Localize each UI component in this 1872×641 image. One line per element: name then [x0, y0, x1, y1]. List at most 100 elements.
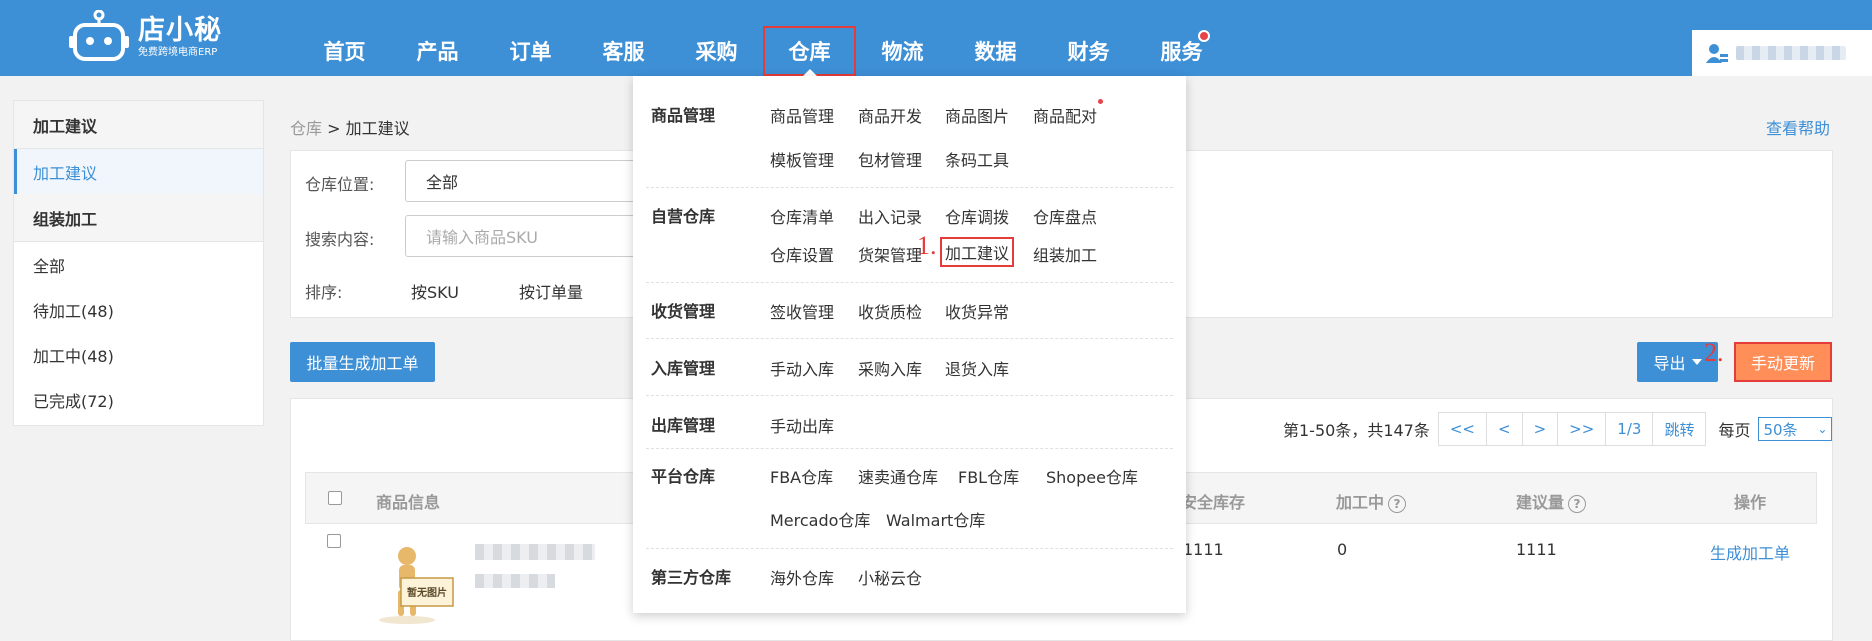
dd-divider: [646, 395, 1173, 396]
nav-orders[interactable]: 订单: [484, 0, 577, 76]
dd-link-xiaomi-cloud[interactable]: 小秘云仓: [858, 565, 922, 589]
dd-link-shelf-mgmt[interactable]: 货架管理: [858, 242, 922, 266]
dd-link-fba[interactable]: FBA仓库: [770, 464, 833, 488]
dd-link-mercado[interactable]: Mercado仓库: [770, 507, 870, 531]
question-icon[interactable]: ?: [1568, 494, 1587, 513]
dd-section-product-title: 商品管理: [651, 106, 716, 125]
no-image-text: 暂无图片: [407, 586, 447, 599]
help-link[interactable]: 查看帮助: [1766, 115, 1830, 139]
sidebar-item-all[interactable]: 全部: [14, 242, 263, 287]
dd-divider: [646, 282, 1173, 283]
dd-link-overseas-warehouse[interactable]: 海外仓库: [770, 565, 834, 589]
dd-link-product-images[interactable]: 商品图片: [945, 103, 1009, 127]
row-checkbox[interactable]: [327, 534, 341, 548]
export-label: 导出: [1653, 354, 1686, 373]
header-product-info: 商品信息: [376, 493, 441, 512]
sort-by-order-qty[interactable]: 按订单量: [519, 279, 583, 303]
sidebar-item-done[interactable]: 已完成(72): [14, 377, 263, 422]
chevron-down-icon: ⌄: [1817, 422, 1828, 436]
dd-link-processing-suggestion[interactable]: 加工建议: [940, 237, 1015, 267]
dd-link-sign-mgmt[interactable]: 签收管理: [770, 299, 834, 323]
sort-label: 排序:: [305, 283, 343, 302]
batch-create-button[interactable]: 批量生成加工单: [290, 342, 435, 382]
nav-services[interactable]: 服务: [1135, 0, 1228, 76]
dd-link-barcode-tool[interactable]: 条码工具: [945, 147, 1009, 171]
dd-link-template-mgmt[interactable]: 模板管理: [770, 147, 834, 171]
robot-logo-icon: [69, 10, 129, 61]
dd-link-warehouse-settings[interactable]: 仓库设置: [770, 242, 834, 266]
nav-logistics[interactable]: 物流: [856, 0, 949, 76]
cell-suggested-qty: 1111: [1516, 540, 1557, 559]
dd-divider: [646, 187, 1173, 188]
dd-link-receiving-exception[interactable]: 收货异常: [945, 299, 1009, 323]
dd-link-product-dev[interactable]: 商品开发: [858, 103, 922, 127]
annotation-step-2: 2.: [1704, 338, 1724, 367]
dd-link-manual-inbound[interactable]: 手动入库: [770, 356, 834, 380]
nav-warehouse[interactable]: 仓库: [763, 26, 856, 76]
nav-data[interactable]: 数据: [949, 0, 1042, 76]
dd-link-shopee[interactable]: Shopee仓库: [1046, 464, 1138, 488]
nav-products[interactable]: 产品: [391, 0, 484, 76]
pagination: 第1-50条，共147条 << < > >> 1/3 跳转 每页 50条 ⌄: [1283, 412, 1833, 446]
nav-purchasing[interactable]: 采购: [670, 0, 763, 76]
sort-by-sku[interactable]: 按SKU: [411, 279, 459, 303]
dd-link-product-mgmt[interactable]: 商品管理: [770, 103, 834, 127]
dd-section-platform-title: 平台仓库: [651, 467, 716, 486]
annotation-step-1: 1.: [917, 231, 937, 260]
sidebar-item-processing-suggestion[interactable]: 加工建议: [14, 149, 263, 194]
page-first-button[interactable]: <<: [1439, 413, 1487, 445]
new-dot: [1098, 99, 1103, 104]
manual-update-button[interactable]: 手动更新: [1734, 342, 1832, 382]
page-jump-button[interactable]: 跳转: [1653, 413, 1705, 445]
dd-section-self-warehouse-title: 自营仓库: [651, 207, 716, 226]
sidebar-item-pending[interactable]: 待加工(48): [14, 287, 263, 332]
question-icon[interactable]: ?: [1388, 494, 1407, 513]
dd-link-purchase-inbound[interactable]: 采购入库: [858, 356, 922, 380]
pagination-summary: 第1-50条，共147条: [1283, 421, 1430, 440]
warehouse-dropdown-menu: 商品管理 商品管理 商品开发 商品图片 商品配对 模板管理 包材管理 条码工具 …: [633, 76, 1186, 613]
page-next-button[interactable]: >: [1523, 413, 1559, 445]
dd-link-receiving-qc[interactable]: 收货质检: [858, 299, 922, 323]
nav-services-label: 服务: [1160, 40, 1203, 64]
generate-work-order-link[interactable]: 生成加工单: [1710, 540, 1790, 564]
per-page-select[interactable]: 50条 ⌄: [1758, 417, 1833, 441]
dd-link-product-matching[interactable]: 商品配对: [1033, 103, 1097, 127]
dd-link-assembly[interactable]: 组装加工: [1033, 242, 1097, 266]
search-label: 搜索内容:: [305, 230, 375, 249]
dd-section-third-party-title: 第三方仓库: [651, 568, 732, 587]
per-page-label: 每页: [1718, 421, 1751, 440]
page-last-button[interactable]: >>: [1558, 413, 1607, 445]
dd-link-warehouse-transfer[interactable]: 仓库调拨: [945, 204, 1009, 228]
sidebar: 加工建议 加工建议 组装加工 全部 待加工(48) 加工中(48) 已完成(72…: [13, 100, 264, 426]
logo[interactable]: 店小秘 免费跨境电商ERP: [68, 10, 222, 66]
dd-link-walmart[interactable]: Walmart仓库: [886, 507, 985, 531]
header-in-processing: 加工中?: [1336, 489, 1407, 513]
dd-section-inbound-title: 入库管理: [651, 359, 716, 378]
breadcrumb-parent[interactable]: 仓库: [290, 119, 322, 138]
user-name-blurred: [1736, 46, 1846, 60]
logo-subtitle: 免费跨境电商ERP: [138, 47, 218, 58]
page-indicator[interactable]: 1/3: [1606, 413, 1654, 445]
select-all-checkbox[interactable]: [328, 491, 342, 505]
product-name-blurred: [475, 544, 595, 560]
nav-finance[interactable]: 财务: [1042, 0, 1135, 76]
nav-customer-service[interactable]: 客服: [577, 0, 670, 76]
user-icon: [1706, 44, 1728, 63]
dd-link-stocktaking[interactable]: 仓库盘点: [1033, 204, 1097, 228]
user-menu[interactable]: [1692, 30, 1872, 76]
dd-link-warehouse-list[interactable]: 仓库清单: [770, 204, 834, 228]
sidebar-item-in-progress[interactable]: 加工中(48): [14, 332, 263, 377]
dd-link-aliexpress[interactable]: 速卖通仓库: [858, 464, 938, 488]
dd-link-packaging-mgmt[interactable]: 包材管理: [858, 147, 922, 171]
dd-section-outbound-title: 出库管理: [651, 416, 716, 435]
dd-link-fbl[interactable]: FBL仓库: [958, 464, 1019, 488]
page-prev-button[interactable]: <: [1487, 413, 1523, 445]
dd-link-return-inbound[interactable]: 退货入库: [945, 356, 1009, 380]
location-label: 仓库位置:: [305, 175, 375, 194]
per-page-value: 50条: [1763, 420, 1798, 439]
dd-link-manual-outbound[interactable]: 手动出库: [770, 413, 834, 437]
sidebar-section-title: 组装加工: [14, 194, 263, 242]
nav-home[interactable]: 首页: [298, 0, 391, 76]
dd-link-in-out-records[interactable]: 出入记录: [858, 204, 922, 228]
sidebar-section-title: 加工建议: [14, 101, 263, 149]
